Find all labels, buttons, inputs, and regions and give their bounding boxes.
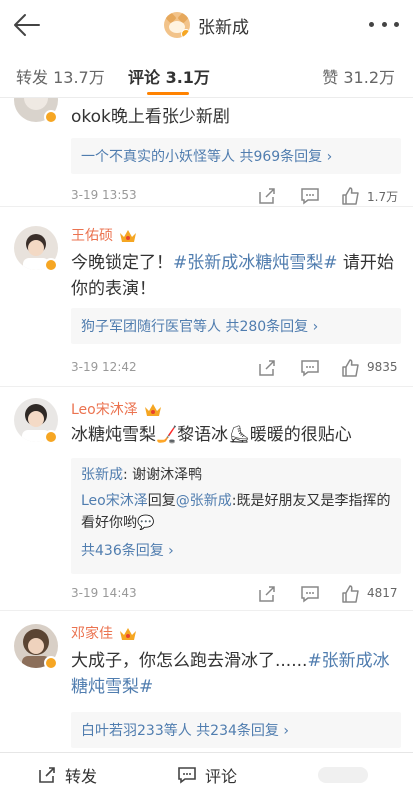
comment-item: 王佑硕 今晚锁定了！#张新成冰糖炖雪梨# 请开始你的表演！ 狗子军团随行医官等人… <box>0 210 413 387</box>
comment-text: okok晚上看张少新剧 <box>71 107 230 127</box>
reply-box[interactable]: 白叶若羽233等人 共234条回复 › <box>71 712 401 748</box>
tab-like[interactable]: 赞 31.2万 <box>322 64 395 88</box>
hashtag-link[interactable]: #张新成冰糖炖雪梨# <box>173 253 338 273</box>
comment-item: 邓家佳 大成子，你怎么跑去滑冰了......#张新成冰糖炖雪梨# 白叶若羽233… <box>0 612 413 752</box>
share-icon[interactable] <box>257 584 277 604</box>
comment-date: 3-19 13:53 <box>71 188 137 202</box>
comment-text: 大成子，你怎么跑去滑冰了......#张新成冰糖炖雪梨# <box>71 651 390 697</box>
divider <box>0 206 413 207</box>
comment-author[interactable]: 邓家佳 <box>71 622 137 644</box>
reply-line: Leo宋沐泽回复@张新成:既是好朋友又是李指挥的看好你哟💬 <box>81 493 391 531</box>
reply-count-link[interactable]: 一个不真实的小妖怪等人 共969条回复 › <box>81 149 332 165</box>
crown-badge-icon <box>144 402 162 416</box>
title-avatar <box>164 12 190 38</box>
reply-count-link[interactable]: 共436条回复 › <box>81 543 174 559</box>
comment-icon <box>178 767 196 784</box>
verified-badge-icon <box>44 258 58 272</box>
comment-label: 评论 <box>205 767 238 786</box>
comment-meta: 3-19 12:42 9835 <box>71 358 401 378</box>
comment-author[interactable]: 王佑硕 <box>71 224 137 246</box>
verified-badge-icon <box>44 430 58 444</box>
reply-user-link[interactable]: 张新成 <box>81 467 123 483</box>
divider <box>0 610 413 611</box>
reply-user-link[interactable]: Leo宋沐泽 <box>81 493 148 509</box>
comment-text: 冰糖炖雪梨🏒黎语冰⛸暖暖的很贴心 <box>71 425 352 445</box>
author-name[interactable]: 王佑硕 <box>71 225 113 245</box>
tab-bar: 转发 13.7万 评论 3.1万 赞 31.2万 <box>0 50 413 98</box>
comment-icon[interactable] <box>300 358 320 378</box>
comment-author[interactable]: Leo宋沐泽 <box>71 398 162 420</box>
crown-badge-icon <box>119 228 137 242</box>
reply-box[interactable]: 一个不真实的小妖怪等人 共969条回复 › <box>71 138 401 174</box>
tab-repost[interactable]: 转发 13.7万 <box>16 64 105 88</box>
comment-item: okok晚上看张少新剧 一个不真实的小妖怪等人 共969条回复 › 3-19 1… <box>0 98 413 208</box>
mention-link[interactable]: @张新成 <box>176 493 232 509</box>
comment-date: 3-19 12:42 <box>71 360 137 374</box>
comment-list[interactable]: okok晚上看张少新剧 一个不真实的小妖怪等人 共969条回复 › 3-19 1… <box>0 98 413 752</box>
comment-icon[interactable] <box>300 584 320 604</box>
like-count: 1.7万 <box>367 190 399 204</box>
comment-button[interactable]: 评论 <box>177 764 237 786</box>
blurred-watermark <box>318 767 368 783</box>
verified-badge-icon <box>44 110 58 124</box>
reply-count-link[interactable]: 狗子军团随行医官等人 共280条回复 › <box>81 319 318 335</box>
verified-badge-icon <box>181 29 190 38</box>
like-icon[interactable] <box>341 584 361 604</box>
comment-icon[interactable] <box>300 186 320 206</box>
crown-badge-icon <box>119 626 137 640</box>
top-bar: 张新成 <box>0 0 413 50</box>
like-count: 9835 <box>367 360 398 374</box>
active-tab-indicator <box>147 92 189 95</box>
author-name[interactable]: Leo宋沐泽 <box>71 399 138 419</box>
repost-button[interactable]: 转发 <box>37 764 97 786</box>
verified-badge-icon <box>44 656 58 670</box>
page-title: 张新成 <box>198 17 249 38</box>
like-icon[interactable] <box>341 358 361 378</box>
bottom-action-bar: 转发 评论 <box>0 752 413 797</box>
like-count: 4817 <box>367 586 398 600</box>
title-area[interactable]: 张新成 <box>0 0 413 50</box>
reply-count-link[interactable]: 白叶若羽233等人 共234条回复 › <box>81 723 289 739</box>
like-icon[interactable] <box>341 186 361 206</box>
comment-meta: 3-19 14:43 4817 <box>71 584 401 604</box>
share-icon[interactable] <box>257 186 277 206</box>
divider <box>0 386 413 387</box>
reply-box[interactable]: 张新成: 谢谢沐泽鸭 Leo宋沐泽回复@张新成:既是好朋友又是李指挥的看好你哟💬… <box>71 458 401 574</box>
comment-text: 今晚锁定了！#张新成冰糖炖雪梨# 请开始你的表演！ <box>71 253 394 299</box>
reply-line: 张新成: 谢谢沐泽鸭 <box>81 467 203 483</box>
share-icon[interactable] <box>257 358 277 378</box>
repost-label: 转发 <box>65 767 98 786</box>
repost-icon <box>39 767 55 783</box>
comment-item: Leo宋沐泽 冰糖炖雪梨🏒黎语冰⛸暖暖的很贴心 张新成: 谢谢沐泽鸭 Leo宋沐… <box>0 388 413 611</box>
more-options-icon[interactable] <box>369 14 399 34</box>
reply-box[interactable]: 狗子军团随行医官等人 共280条回复 › <box>71 308 401 344</box>
author-name[interactable]: 邓家佳 <box>71 623 113 643</box>
tab-comment[interactable]: 评论 3.1万 <box>128 64 210 88</box>
comment-meta: 3-19 13:53 1.7万 <box>71 186 401 206</box>
comment-date: 3-19 14:43 <box>71 586 137 600</box>
